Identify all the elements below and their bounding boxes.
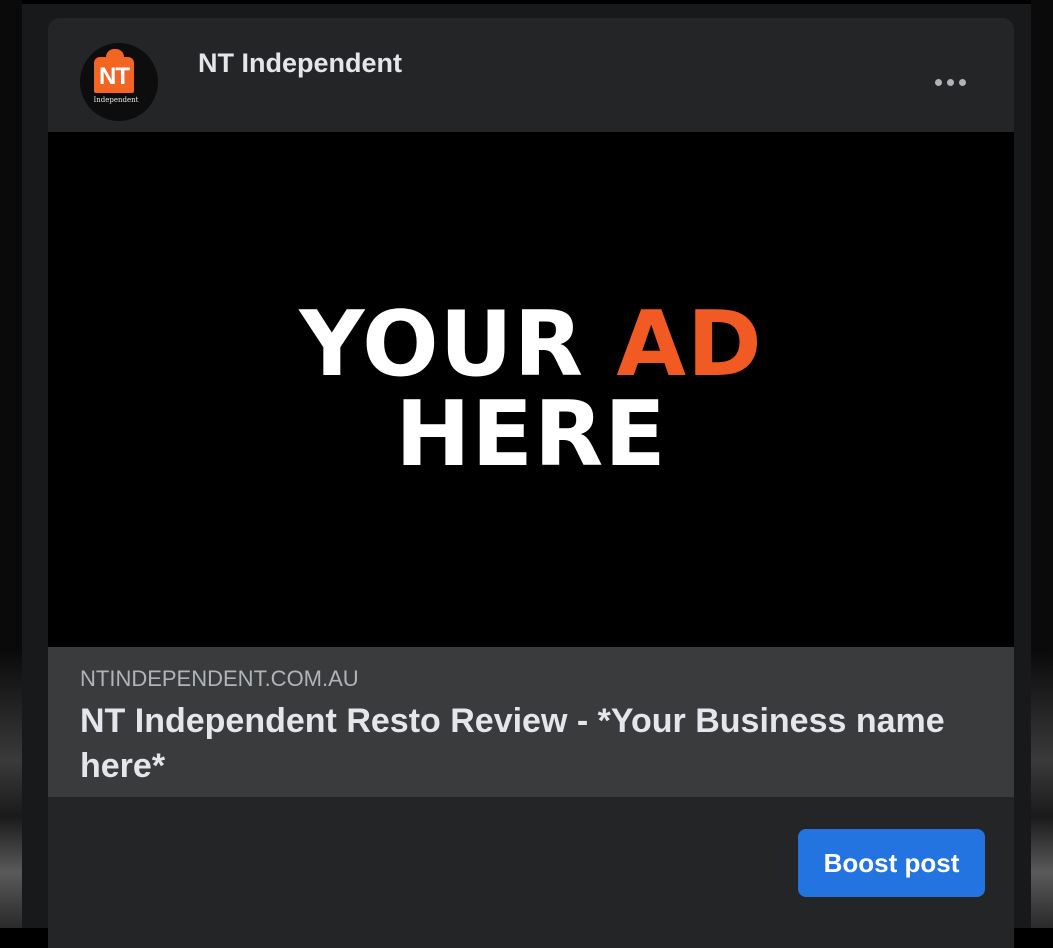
dot: [934, 78, 942, 86]
link-title: NT Independent Resto Review - *Your Busi…: [80, 702, 945, 785]
nt-logo-subtext: Independent: [93, 96, 139, 104]
dot: [946, 78, 954, 86]
right-edge-strip: [1031, 0, 1053, 928]
post-header: NT Independent NT Independent: [48, 18, 1014, 132]
more-options-icon[interactable]: [926, 72, 974, 92]
ad-line-1: YOUR AD: [48, 300, 1014, 390]
post-footer: Boost post: [48, 797, 1014, 948]
ad-placeholder-text: YOUR AD HERE: [48, 300, 1014, 480]
left-edge-strip: [0, 0, 22, 928]
link-domain: NTINDEPENDENT.COM.AU: [80, 666, 359, 691]
page-avatar[interactable]: NT Independent: [80, 43, 158, 121]
post-card: NT Independent NT Independent YOUR AD HE…: [48, 18, 1014, 948]
post-media-image[interactable]: YOUR AD HERE: [48, 132, 1014, 647]
dot: [958, 78, 966, 86]
boost-post-button[interactable]: Boost post: [798, 829, 985, 897]
post-frame: NT Independent NT Independent YOUR AD HE…: [22, 0, 1031, 948]
page-name-link[interactable]: NT Independent: [198, 47, 402, 79]
ad-line-2: HERE: [395, 382, 667, 487]
link-preview[interactable]: NTINDEPENDENT.COM.AU NT Independent Rest…: [48, 647, 1014, 797]
nt-logo-mark: NT: [94, 49, 134, 93]
